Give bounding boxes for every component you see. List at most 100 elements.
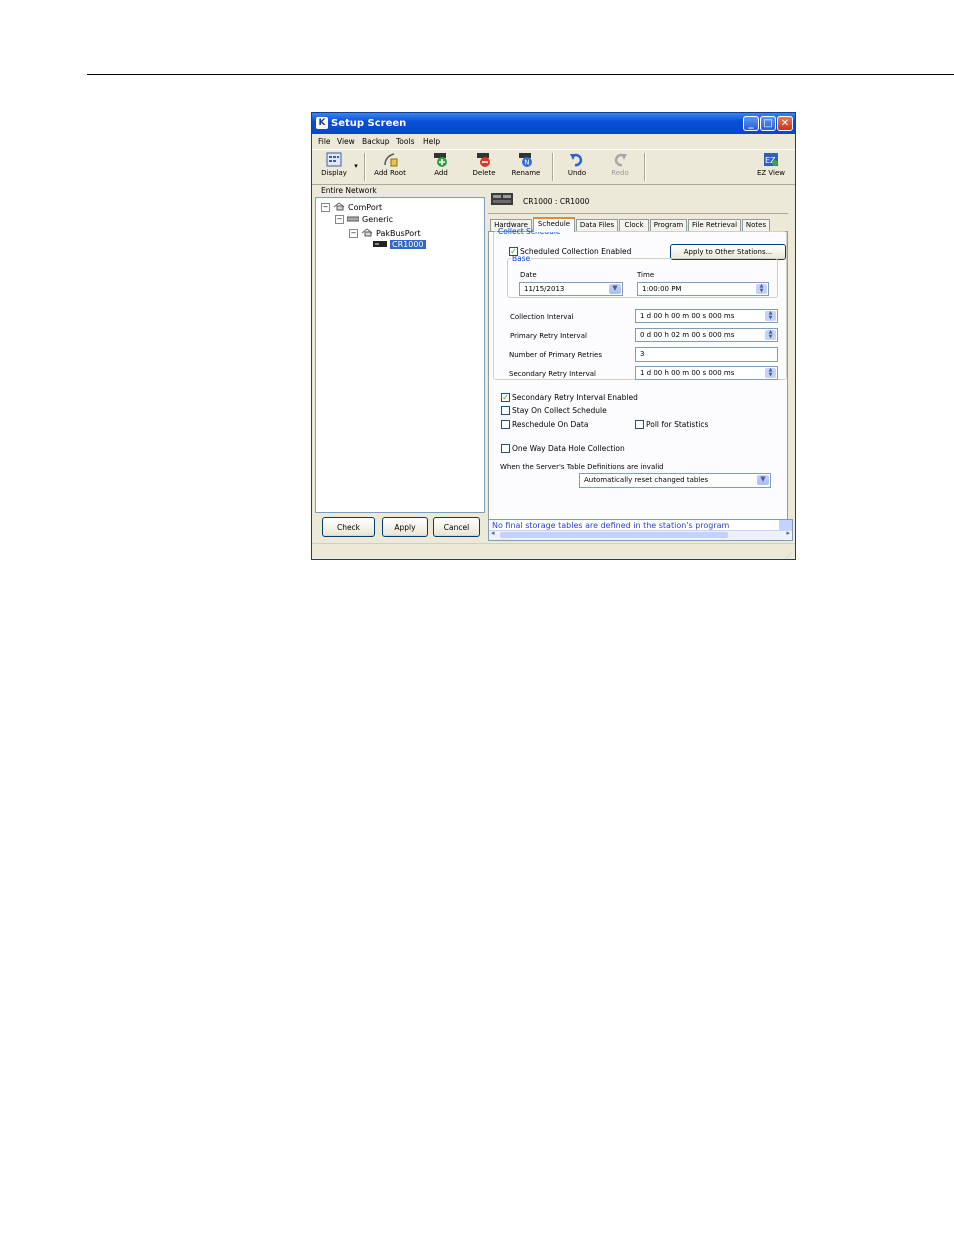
- network-header: Entire Network: [321, 186, 377, 195]
- tree-node-label: Generic: [362, 215, 394, 224]
- time-spinner-icon[interactable]: ▲ ▼: [756, 284, 767, 294]
- toolbar: Display ▾ Add Root Add Delete N Rename U…: [312, 149, 795, 185]
- toolbar-separator: [644, 153, 646, 181]
- date-value: 11/15/2013: [524, 285, 565, 293]
- network-pane: Entire Network − ComPort − Generic − PakBus…: [314, 185, 486, 541]
- collection-interval-value: 1 d 00 h 00 m 00 s 000 ms: [640, 312, 735, 320]
- title-bar[interactable]: K Setup Screen _ □ ✕: [312, 113, 795, 134]
- add-root-label: Add Root: [374, 169, 406, 177]
- rename-icon: N: [518, 152, 534, 167]
- secondary-retry-field[interactable]: 1 d 00 h 00 m 00 s 000 ms ▲ ▼: [635, 366, 778, 380]
- primary-retry-field[interactable]: 0 d 00 h 02 m 00 s 000 ms ▲ ▼: [635, 328, 778, 342]
- svg-text:N: N: [524, 159, 529, 167]
- display-label: Display: [321, 169, 347, 177]
- device-header: CR1000 : CR1000: [488, 185, 788, 214]
- cancel-button[interactable]: Cancel: [433, 517, 480, 537]
- add-button[interactable]: Add: [428, 152, 454, 177]
- ez-view-button[interactable]: EZ EZ View: [754, 152, 788, 177]
- scroll-right-icon[interactable]: ▸: [786, 529, 790, 537]
- window-status-bar: ⋰: [312, 543, 795, 559]
- resize-grip-icon[interactable]: ⋰: [786, 552, 792, 559]
- secondary-retry-spinner-icon[interactable]: ▲ ▼: [765, 368, 776, 378]
- stay-on-schedule-checkbox[interactable]: [501, 406, 510, 415]
- tree-node-comport[interactable]: − ComPort: [321, 202, 382, 213]
- redo-button: Redo: [608, 152, 632, 177]
- rename-button[interactable]: N Rename: [509, 152, 543, 177]
- tab-schedule[interactable]: Schedule: [533, 217, 575, 232]
- num-primary-retries-value: 3: [640, 350, 645, 358]
- collection-interval-spinner-icon[interactable]: ▲ ▼: [765, 311, 776, 321]
- secondary-retry-label: Secondary Retry Interval: [509, 370, 596, 378]
- apply-button[interactable]: Apply: [382, 517, 428, 537]
- menu-bar: File View Backup Tools Help: [312, 134, 795, 148]
- table-definitions-select[interactable]: Automatically reset changed tables ▼: [579, 473, 771, 488]
- ez-view-label: EZ View: [756, 169, 786, 177]
- num-primary-retries-field[interactable]: 3: [635, 347, 778, 362]
- device-title: CR1000 : CR1000: [523, 197, 590, 206]
- secondary-retry-enabled-label: Secondary Retry Interval Enabled: [512, 393, 638, 402]
- chevron-down-icon[interactable]: ▼: [757, 475, 769, 485]
- time-field[interactable]: 1:00:00 PM ▲ ▼: [637, 282, 769, 296]
- time-value: 1:00:00 PM: [642, 285, 682, 293]
- base-label: Base: [512, 254, 531, 263]
- delete-button[interactable]: Delete: [469, 152, 499, 177]
- minimize-button[interactable]: _: [743, 116, 759, 131]
- menu-view[interactable]: View: [337, 137, 355, 146]
- maximize-button[interactable]: □: [760, 116, 776, 131]
- status-message: No final storage tables are defined in t…: [492, 521, 730, 530]
- collapse-icon[interactable]: −: [335, 215, 344, 224]
- redo-label: Redo: [611, 169, 629, 177]
- add-icon: [433, 152, 449, 167]
- status-message-box: No final storage tables are defined in t…: [488, 519, 793, 541]
- add-label: Add: [434, 169, 448, 177]
- toolbar-separator: [552, 153, 554, 181]
- primary-retry-spinner-icon[interactable]: ▲ ▼: [765, 330, 776, 340]
- display-dropdown-icon[interactable]: ▾: [352, 162, 360, 170]
- datalogger-icon: [491, 191, 513, 210]
- reschedule-on-data-checkbox[interactable]: [501, 420, 510, 429]
- date-label: Date: [520, 271, 537, 279]
- chevron-down-icon[interactable]: ▼: [609, 284, 621, 294]
- menu-tools[interactable]: Tools: [396, 137, 414, 146]
- check-button[interactable]: Check: [322, 517, 375, 537]
- primary-retry-label: Primary Retry Interval: [510, 332, 587, 340]
- schedule-panel: Collect Schedule ✓ Scheduled Collection …: [488, 227, 788, 520]
- collection-interval-field[interactable]: 1 d 00 h 00 m 00 s 000 ms ▲ ▼: [635, 309, 778, 323]
- date-picker[interactable]: 11/15/2013 ▼: [519, 282, 623, 296]
- stay-on-schedule-label: Stay On Collect Schedule: [512, 406, 607, 415]
- collapse-icon[interactable]: −: [349, 229, 358, 238]
- scrollbar-thumb[interactable]: [500, 532, 728, 538]
- secondary-retry-enabled-checkbox[interactable]: ✓: [501, 393, 510, 402]
- scroll-left-icon[interactable]: ◂: [491, 529, 495, 537]
- display-button[interactable]: Display: [319, 152, 349, 177]
- delete-label: Delete: [472, 169, 496, 177]
- num-primary-retries-label: Number of Primary Retries: [509, 351, 602, 359]
- datalogger-icon: [373, 240, 387, 249]
- ez-view-icon: EZ: [763, 152, 779, 167]
- tree-node-generic[interactable]: − Generic: [335, 215, 393, 224]
- horizontal-scrollbar[interactable]: ◂ ▸: [489, 529, 792, 540]
- time-label: Time: [637, 271, 655, 279]
- poll-for-statistics-label: Poll for Statistics: [646, 420, 709, 429]
- collapse-icon[interactable]: −: [321, 203, 330, 212]
- comport-icon: [333, 202, 345, 213]
- delete-icon: [476, 152, 492, 167]
- add-root-button[interactable]: Add Root: [370, 152, 410, 177]
- add-root-icon: [382, 152, 398, 167]
- menu-help[interactable]: Help: [423, 137, 440, 146]
- setup-screen-window: K Setup Screen _ □ ✕ File View Backup To…: [311, 112, 796, 560]
- undo-icon: [569, 152, 585, 167]
- undo-button[interactable]: Undo: [565, 152, 589, 177]
- close-button[interactable]: ✕: [777, 116, 793, 131]
- network-tree[interactable]: − ComPort − Generic − PakBusPort CR1000: [315, 197, 485, 513]
- menu-backup[interactable]: Backup: [362, 137, 390, 146]
- station-pane: CR1000 : CR1000 Hardware Schedule Data F…: [488, 185, 793, 541]
- poll-for-statistics-checkbox[interactable]: [635, 420, 644, 429]
- rename-label: Rename: [511, 169, 541, 177]
- menu-file[interactable]: File: [318, 137, 331, 146]
- tree-node-cr1000[interactable]: CR1000: [373, 240, 426, 249]
- tree-node-pakbusport[interactable]: − PakBusPort: [349, 228, 421, 239]
- pakbusport-icon: [361, 228, 373, 239]
- toolbar-separator: [364, 153, 366, 181]
- one-way-data-hole-checkbox[interactable]: [501, 444, 510, 453]
